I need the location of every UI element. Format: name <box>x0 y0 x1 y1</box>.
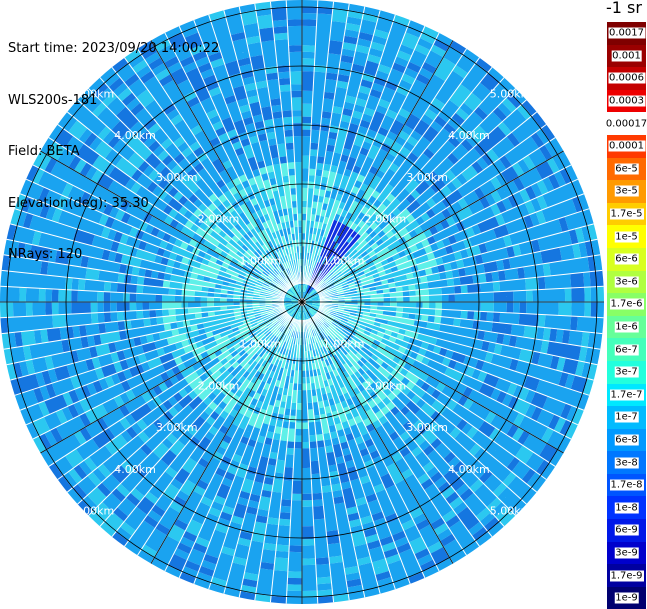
colorbar-tick-label: 1e-9 <box>614 592 639 604</box>
elevation-text: Elevation(deg): 35.30 <box>8 195 149 211</box>
colorbar-tick-label: 1.7e-6 <box>609 298 644 310</box>
colorbar-level: 6e-7 <box>607 338 646 361</box>
device-text: WLS200s-181 <box>8 92 98 108</box>
colorbar-tick-label: 3e-6 <box>614 276 639 288</box>
colorbar-tick-label: 1.7e-7 <box>609 389 644 401</box>
range-label: 3.00km <box>406 171 448 184</box>
colorbar-level: 1.7e-5 <box>607 202 646 226</box>
colorbar-tick-label: 6e-8 <box>614 434 639 446</box>
range-label: 2.00km <box>365 379 407 392</box>
colorbar-tick-label: 1e-7 <box>614 411 639 423</box>
range-label: 1.00km <box>240 338 282 351</box>
colorbar-tick-label: 0.001 <box>611 50 642 62</box>
nrays-text: NRays: 120 <box>8 247 83 263</box>
colorbar-level: 3e-9 <box>607 541 646 565</box>
colorbar-level: 1e-7 <box>607 406 646 429</box>
colorbar-level: 6e-5 <box>607 157 646 181</box>
range-label: 1.00km <box>323 254 365 267</box>
colorbar-unit-label: -1 sr <box>606 0 642 17</box>
colorbar-tick-label: 0.0017 <box>608 27 645 39</box>
range-label: 3.00km <box>156 421 198 434</box>
range-label: 5.00km <box>490 87 532 100</box>
colorbar-tick-label: 1.7e-5 <box>609 208 644 220</box>
colorbar-level: 1e-6 <box>607 315 646 339</box>
colorbar-level: 3e-5 <box>607 180 646 203</box>
colorbar-tick-label: 3e-5 <box>614 185 639 197</box>
colorbar-level: 3e-7 <box>607 360 646 384</box>
colorbar-tick-label: 0.0001 <box>608 140 645 152</box>
colorbar-level: 6e-9 <box>607 519 646 542</box>
scan-info-panel: Start time: 2023/09/20 14:00:22 WLS200s-… <box>8 6 219 280</box>
range-label: 4.00km <box>114 463 156 476</box>
colorbar: 0.0017 0.001 0.0006 0.0003 0.00017 0.0001 6e-5… <box>604 22 647 609</box>
colorbar-tick-label: 6e-7 <box>614 344 639 356</box>
range-label: 3.00km <box>406 421 448 434</box>
colorbar-level: 1.7e-6 <box>607 293 646 316</box>
colorbar-level: 3e-8 <box>607 451 646 474</box>
colorbar-tick-label: 1e-6 <box>614 321 639 333</box>
colorbar-tick-label: 3e-8 <box>614 457 639 469</box>
colorbar-tick-label: 0.00017 <box>604 118 647 130</box>
colorbar-level: 6e-8 <box>607 428 646 452</box>
colorbar-tick-label: 1e-8 <box>614 502 639 514</box>
start-time-text: Start time: 2023/09/20 14:00:22 <box>8 41 220 57</box>
colorbar-level: 1.7e-7 <box>607 383 646 407</box>
colorbar-tick-label: 1.7e-9 <box>609 570 644 582</box>
range-label: 5.00km <box>73 505 115 518</box>
colorbar-level: 1e-5 <box>607 225 646 248</box>
colorbar-tick-label: 1.7e-8 <box>609 479 644 491</box>
colorbar-tick-label: 3e-7 <box>614 366 639 378</box>
colorbar-level: 1e-8 <box>607 496 646 520</box>
colorbar-level: 0.001 <box>607 44 646 68</box>
colorbar-level: 0.0017 <box>607 22 646 45</box>
colorbar-tick-label: 0.0006 <box>608 72 645 84</box>
colorbar-level: 6e-6 <box>607 247 646 271</box>
range-label: 1.00km <box>240 254 282 267</box>
range-label: 2.00km <box>365 213 407 226</box>
colorbar-level: 1e-9 <box>607 586 646 609</box>
range-label: 4.00km <box>448 463 490 476</box>
colorbar-level: 3e-6 <box>607 270 646 294</box>
colorbar-level: 0.0001 <box>607 134 646 158</box>
colorbar-level: 1.7e-8 <box>607 473 646 497</box>
colorbar-tick-label: 6e-6 <box>614 253 639 265</box>
colorbar-level: 1.7e-9 <box>607 564 646 587</box>
colorbar-tick-label: 3e-9 <box>614 547 639 559</box>
colorbar-level: 0.0006 <box>607 67 646 90</box>
colorbar-tick-label: 6e-5 <box>614 163 639 175</box>
range-label: 5.00km <box>490 505 532 518</box>
colorbar-level: 0.00017 <box>604 112 647 135</box>
range-label: 1.00km <box>323 338 365 351</box>
colorbar-level: 0.0003 <box>607 89 646 113</box>
colorbar-tick-label: 1e-5 <box>614 231 639 243</box>
range-label: 4.00km <box>448 129 490 142</box>
colorbar-tick-label: 0.0003 <box>608 95 645 107</box>
range-label: 2.00km <box>198 379 240 392</box>
field-text: Field: BETA <box>8 144 80 160</box>
colorbar-tick-label: 6e-9 <box>614 524 639 536</box>
